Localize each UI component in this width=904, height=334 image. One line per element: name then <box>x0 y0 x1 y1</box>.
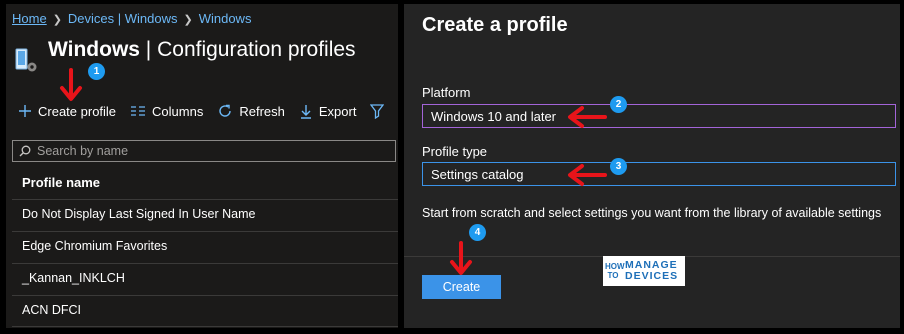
step-badge: 1 <box>88 63 105 80</box>
step-badge: 4 <box>469 224 486 241</box>
red-arrow-icon <box>60 68 82 101</box>
step-badge: 2 <box>610 96 627 113</box>
red-arrow-icon <box>568 106 607 128</box>
app-frame: Home ❯ Devices | Windows ❯ Windows Windows |… <box>0 0 904 334</box>
red-arrow-icon <box>568 164 607 186</box>
annotation-overlay <box>60 68 607 275</box>
red-arrow-icon <box>450 241 472 275</box>
step-badge: 3 <box>610 158 627 175</box>
